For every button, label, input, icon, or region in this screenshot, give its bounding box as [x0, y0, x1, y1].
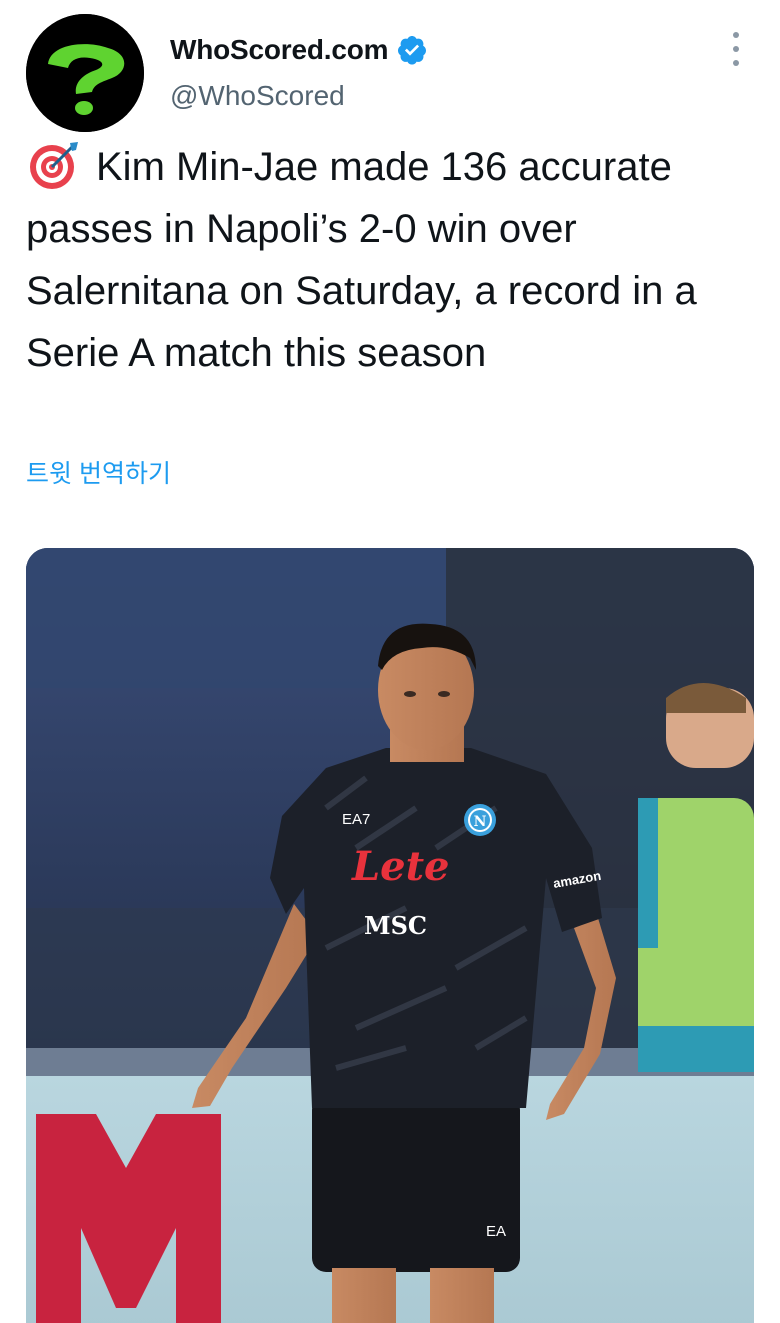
- tweet-photo[interactable]: N EA7 Lete MSC amazon EA: [26, 548, 754, 1323]
- football-player-photo: N EA7 Lete MSC amazon EA: [26, 548, 754, 1323]
- tweet-text: Kim Min-Jae made 136 accurate passes in …: [26, 136, 756, 384]
- jersey-sponsor-text: Lete: [351, 843, 450, 890]
- tweet-card[interactable]: WhoScored.com @WhoScored Kim Min-Jae mad…: [0, 0, 780, 1323]
- display-name[interactable]: WhoScored.com: [170, 34, 389, 66]
- more-dot: [733, 32, 739, 38]
- translate-tweet-link[interactable]: 트윗 번역하기: [26, 454, 171, 490]
- more-options-icon[interactable]: [724, 32, 748, 66]
- whoscored-logo-icon: [26, 14, 144, 132]
- avatar[interactable]: [26, 14, 144, 132]
- verified-badge-icon: [398, 36, 427, 65]
- more-dot: [733, 46, 739, 52]
- crest-letter: N: [474, 814, 487, 830]
- jersey-sponsor2-text: MSC: [364, 911, 427, 940]
- tweet-body: Kim Min-Jae made 136 accurate passes in …: [26, 145, 708, 375]
- direct-hit-target-icon: [30, 142, 78, 189]
- author-name-row[interactable]: WhoScored.com: [170, 30, 428, 70]
- shorts-text: EA: [486, 1223, 506, 1240]
- jersey-maker-text: EA7: [342, 811, 370, 828]
- more-dot: [733, 60, 739, 66]
- author-handle[interactable]: @WhoScored: [170, 80, 345, 112]
